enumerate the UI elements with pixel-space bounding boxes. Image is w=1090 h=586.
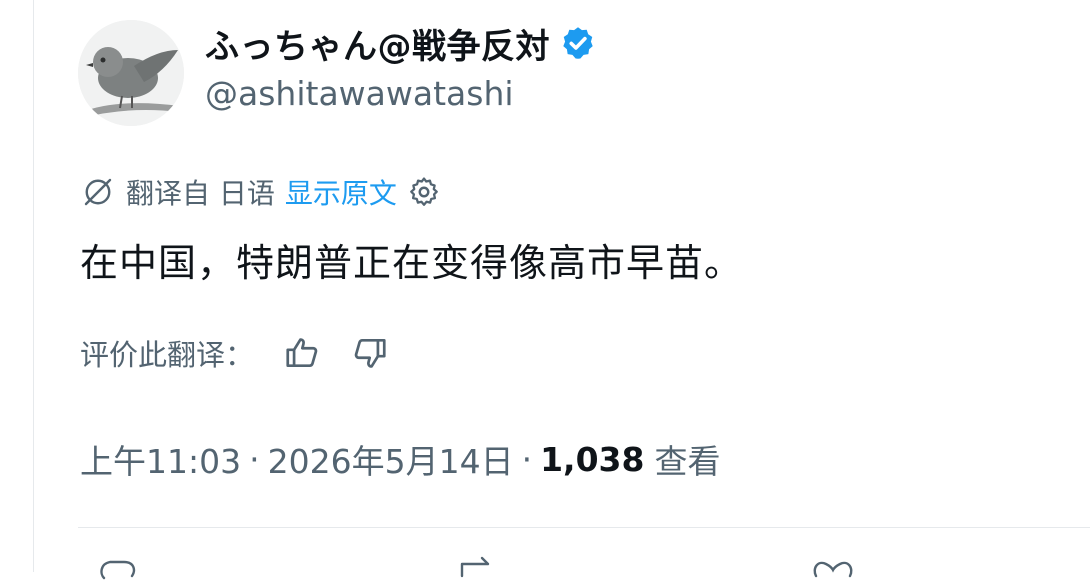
- translated-from-label: 翻译自 日语: [126, 177, 275, 210]
- timeline-border: [33, 0, 34, 572]
- tweet-text: 在中国，特朗普正在变得像高市早苗。: [80, 241, 744, 285]
- avatar[interactable]: [78, 20, 184, 126]
- tweet-date[interactable]: 2026年5月14日: [268, 435, 514, 483]
- reply-icon[interactable]: [96, 556, 140, 586]
- thumbs-up-button[interactable]: [282, 333, 322, 373]
- thumbs-up-icon: [286, 338, 318, 368]
- like-icon[interactable]: [808, 556, 858, 586]
- repost-icon[interactable]: [452, 556, 502, 586]
- show-original-link[interactable]: 显示原文: [285, 172, 397, 212]
- translate-icon: [84, 178, 112, 206]
- divider: [78, 527, 1090, 528]
- rate-translation-bar: 评价此翻译：: [80, 330, 390, 376]
- bird-avatar-icon: [78, 20, 184, 126]
- translation-bar: 翻译自 日语 显示原文: [80, 170, 441, 214]
- thumbs-down-icon: [354, 338, 386, 368]
- thumbs-down-button[interactable]: [350, 333, 390, 373]
- rate-translation-label: 评价此翻译：: [80, 338, 255, 372]
- tweet-meta: 上午11:03 · 2026年5月14日 · 1,038 查看: [80, 434, 720, 484]
- separator-dot: ·: [249, 439, 260, 479]
- tweet-time[interactable]: 上午11:03: [80, 435, 241, 483]
- gear-icon[interactable]: [407, 175, 441, 209]
- author-name-row: ふっちゃん@戦争反対: [205, 18, 596, 68]
- views-count: 1,038: [540, 439, 645, 479]
- verified-badge-icon[interactable]: [560, 25, 596, 61]
- author-handle[interactable]: @ashitawawatashi: [205, 74, 514, 113]
- views-label: 查看: [654, 442, 721, 481]
- separator-dot: ·: [521, 439, 533, 479]
- display-name[interactable]: ふっちゃん@戦争反対: [205, 19, 550, 68]
